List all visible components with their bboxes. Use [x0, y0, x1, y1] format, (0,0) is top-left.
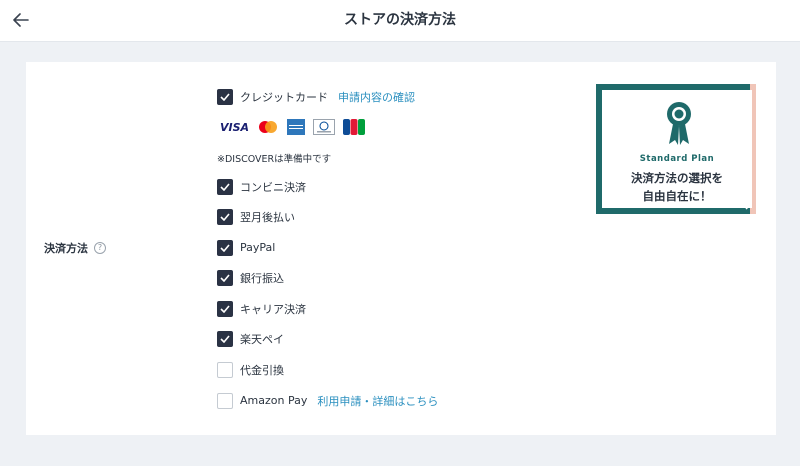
option-bank-transfer: 銀行振込: [217, 269, 284, 286]
checkbox-bank-transfer[interactable]: [217, 269, 233, 286]
check-icon: [220, 212, 230, 221]
check-icon: [220, 182, 230, 191]
amex-logo: [287, 119, 306, 135]
checkbox-rakuten-pay[interactable]: [217, 330, 233, 347]
page-title: ストアの決済方法: [344, 12, 456, 28]
option-rakuten-pay: 楽天ペイ: [217, 330, 284, 347]
discover-note: ※DISCOVERは準備中です: [217, 154, 332, 165]
checkbox-carrier-billing[interactable]: [217, 300, 233, 317]
option-amazon-pay: Amazon Pay 利用申請・詳細はこちら: [217, 392, 438, 409]
option-credit-card: クレジットカード 申請内容の確認: [217, 88, 415, 105]
section-label-payment-method: 決済方法 ?: [44, 240, 106, 256]
visa-logo: VISA: [220, 120, 250, 134]
review-application-link[interactable]: 申請内容の確認: [338, 89, 415, 105]
option-cash-on-delivery: 代金引換: [217, 361, 284, 378]
check-icon: [220, 273, 230, 282]
section-label-text: 決済方法: [44, 242, 88, 255]
option-label: クレジットカード: [240, 90, 328, 104]
option-label: 楽天ペイ: [240, 332, 284, 346]
header-bar: ストアの決済方法: [0, 0, 800, 42]
banner-headline-1: 決済方法の選択を: [631, 171, 723, 185]
standard-plan-banner[interactable]: Standard Plan 決済方法の選択を 自由自在に！: [596, 84, 756, 214]
option-label: コンビニ決済: [240, 180, 306, 194]
check-icon: [220, 334, 230, 343]
arrow-right-icon: [741, 200, 752, 210]
checkbox-credit-card[interactable]: [217, 88, 233, 105]
help-icon[interactable]: ?: [94, 242, 106, 254]
checkbox-amazon-pay[interactable]: [217, 392, 233, 409]
option-label: PayPal: [240, 241, 276, 254]
checkbox-cash-on-delivery[interactable]: [217, 361, 233, 378]
option-label: キャリア決済: [240, 302, 306, 316]
card-brand-logos: VISA: [220, 117, 373, 137]
check-icon: [220, 304, 230, 313]
option-label: Amazon Pay: [240, 394, 308, 407]
option-label: 代金引換: [240, 363, 284, 377]
checkbox-convenience-store[interactable]: [217, 178, 233, 195]
amazon-pay-apply-link[interactable]: 利用申請・詳細はこちら: [317, 393, 438, 409]
option-convenience-store: コンビニ決済: [217, 178, 306, 195]
option-deferred-payment: 翌月後払い: [217, 208, 295, 225]
award-ribbon-icon: [667, 102, 691, 145]
option-paypal: PayPal: [217, 239, 275, 256]
jcb-logo: [343, 119, 366, 135]
diners-club-logo: [313, 119, 336, 135]
check-icon: [220, 243, 230, 252]
checkbox-paypal[interactable]: [217, 239, 233, 256]
checkbox-deferred-payment[interactable]: [217, 208, 233, 225]
banner-headline-2: 自由自在に！: [642, 189, 712, 203]
mastercard-logo: [257, 120, 279, 134]
banner-plan-name: Standard Plan: [639, 154, 715, 164]
option-label: 翌月後払い: [240, 210, 295, 224]
option-carrier-billing: キャリア決済: [217, 300, 306, 317]
payment-settings-card: 決済方法 ? クレジットカード 申請内容の確認 VISA ※DISCOVERは準…: [26, 62, 776, 435]
option-label: 銀行振込: [240, 271, 284, 285]
check-icon: [220, 92, 230, 101]
banner-content: Standard Plan 決済方法の選択を 自由自在に！: [602, 90, 752, 208]
